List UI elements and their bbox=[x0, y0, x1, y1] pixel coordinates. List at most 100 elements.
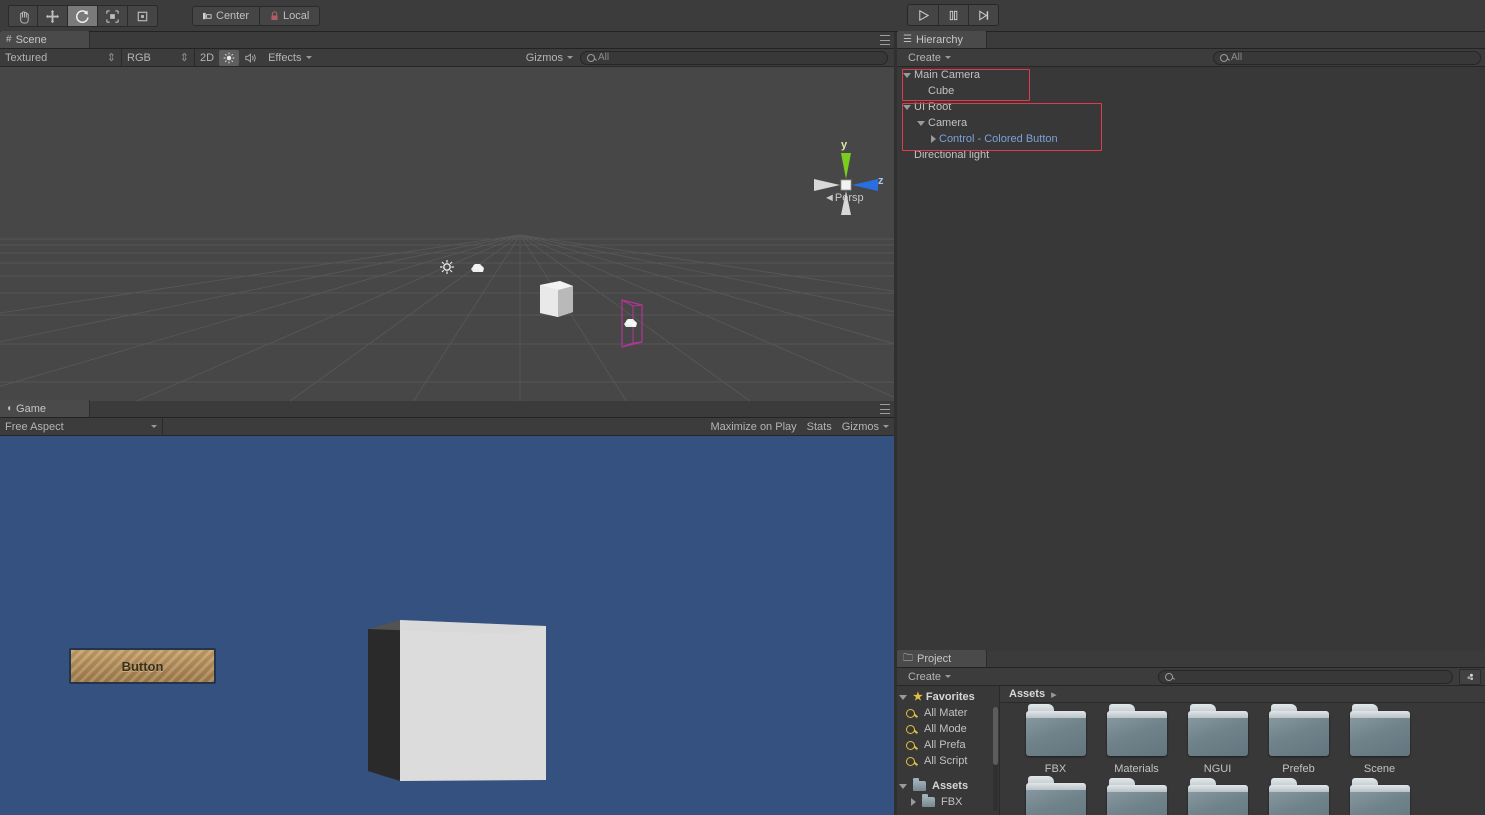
scene-search-input[interactable]: All bbox=[580, 50, 888, 65]
scene-projection-label[interactable]: ◄Persp bbox=[824, 192, 864, 204]
pause-button[interactable] bbox=[938, 5, 968, 25]
lock-icon bbox=[271, 11, 278, 21]
project-search-input[interactable] bbox=[1158, 669, 1453, 684]
project-favorite-label: All Mode bbox=[924, 723, 967, 735]
scene-2d-toggle[interactable]: 2D bbox=[195, 49, 219, 67]
scale-tool-button[interactable] bbox=[98, 5, 128, 27]
step-button[interactable] bbox=[968, 5, 998, 25]
breadcrumb[interactable]: Assets bbox=[1009, 688, 1045, 700]
tab-scene[interactable]: # Scene bbox=[0, 31, 90, 48]
project-assets-row[interactable]: Assets bbox=[897, 778, 999, 794]
project-asset-folder[interactable]: Script bbox=[1015, 775, 1096, 815]
chevron-down-icon[interactable] bbox=[903, 104, 911, 110]
scene-gizmos-dropdown[interactable]: Gizmos bbox=[521, 49, 578, 67]
project-sidebar-scrollbar-thumb[interactable] bbox=[993, 707, 998, 765]
move-tool-button[interactable] bbox=[38, 5, 68, 27]
game-aspect-dropdown[interactable]: Free Aspect bbox=[0, 417, 163, 436]
chevron-down-icon[interactable] bbox=[917, 120, 925, 126]
game-tabstrip: ◖ Game bbox=[0, 400, 894, 418]
project-asset-label: FBX bbox=[1044, 763, 1067, 775]
scene-effects-dropdown[interactable]: Effects bbox=[263, 49, 316, 67]
hierarchy-item[interactable]: UI Root bbox=[897, 99, 1485, 115]
hierarchy-item[interactable]: Control - Colored Button bbox=[897, 131, 1485, 147]
chevron-down-icon bbox=[945, 675, 952, 678]
space-mode-button[interactable]: Local bbox=[259, 7, 320, 25]
project-asset-folder[interactable]: Prefeb bbox=[1258, 703, 1339, 775]
hierarchy-tree[interactable]: Main Camera Cube UI Root Camera Control - Co… bbox=[897, 67, 1485, 651]
chevron-down-icon bbox=[883, 425, 889, 428]
folder-icon bbox=[1106, 778, 1167, 815]
chevron-right-icon[interactable] bbox=[931, 135, 936, 143]
game-gizmos-label: Gizmos bbox=[841, 420, 879, 433]
tab-hierarchy-label: Hierarchy bbox=[915, 33, 964, 46]
game-pane-menu[interactable] bbox=[878, 404, 890, 414]
project-asset-folder-partial[interactable] bbox=[1258, 775, 1339, 815]
tab-game[interactable]: ◖ Game bbox=[0, 400, 90, 417]
hierarchy-item[interactable]: Main Camera bbox=[897, 67, 1485, 83]
project-asset-grid[interactable]: FBX Materials NGUI Prefeb Scene Script bbox=[1001, 703, 1485, 815]
project-sidebar-scrollbar-track[interactable] bbox=[993, 707, 998, 811]
tab-project[interactable]: 🗀 Project bbox=[897, 650, 987, 667]
tab-game-label: Game bbox=[16, 402, 47, 415]
hierarchy-item[interactable]: Cube bbox=[897, 83, 1485, 99]
project-favorite-item[interactable]: All Mater bbox=[897, 705, 999, 721]
rotate-tool-button[interactable] bbox=[68, 5, 98, 27]
game-cube bbox=[368, 620, 546, 781]
project-filter-button[interactable] bbox=[1459, 668, 1481, 685]
project-asset-folder[interactable]: NGUI bbox=[1177, 703, 1258, 775]
rect-tool-button[interactable] bbox=[128, 5, 158, 27]
project-favorite-item[interactable]: All Mode bbox=[897, 721, 999, 737]
hierarchy-item[interactable]: Directional light bbox=[897, 147, 1485, 163]
hierarchy-panel: ☰ Hierarchy Create All Main Camera Cube UI… bbox=[897, 31, 1485, 651]
scene-lighting-toggle[interactable] bbox=[219, 49, 240, 66]
scene-pane-menu[interactable] bbox=[878, 35, 890, 45]
hierarchy-search-input[interactable]: All bbox=[1213, 50, 1481, 65]
project-sidebar[interactable]: ★ Favorites All Mater All Mode All Prefa All … bbox=[897, 686, 1000, 815]
play-button[interactable] bbox=[908, 5, 938, 25]
project-favorite-label: All Mater bbox=[924, 707, 968, 719]
game-gizmos-dropdown[interactable]: Gizmos bbox=[837, 418, 894, 436]
project-favorite-item[interactable]: All Script bbox=[897, 753, 999, 769]
project-create-label: Create bbox=[908, 670, 942, 683]
project-favorites-row[interactable]: ★ Favorites bbox=[897, 689, 999, 705]
project-asset-folder-partial[interactable] bbox=[1096, 775, 1177, 815]
project-toolbar: Create bbox=[897, 668, 1485, 686]
game-maximize-toggle[interactable]: Maximize on Play bbox=[705, 418, 801, 436]
hierarchy-tabstrip: ☰ Hierarchy bbox=[897, 31, 1485, 49]
chevron-down-icon bbox=[567, 56, 573, 59]
tab-hierarchy[interactable]: ☰ Hierarchy bbox=[897, 31, 987, 48]
project-asset-folder-partial[interactable] bbox=[1339, 775, 1420, 815]
project-asset-folder[interactable]: FBX bbox=[1015, 703, 1096, 775]
project-tree-item[interactable]: FBX bbox=[897, 794, 999, 810]
project-asset-folder[interactable]: Scene bbox=[1339, 703, 1420, 775]
hierarchy-item[interactable]: Camera bbox=[897, 115, 1485, 131]
space-mode-label: Local bbox=[283, 10, 310, 22]
project-favorite-item[interactable]: All Prefa bbox=[897, 737, 999, 753]
game-toolbar: Free Aspect Maximize on Play Stats Gizmo… bbox=[0, 417, 894, 436]
game-ui-button[interactable]: Button bbox=[69, 648, 216, 684]
scene-draw-mode-dropdown[interactable]: Textured ⇕ bbox=[0, 48, 122, 67]
scene-camera-gizmo bbox=[471, 264, 484, 272]
scene-grid bbox=[0, 153, 894, 430]
chevron-down-icon[interactable] bbox=[903, 72, 911, 78]
game-stats-toggle[interactable]: Stats bbox=[802, 418, 837, 436]
pivot-mode-button[interactable]: Center bbox=[193, 7, 260, 25]
hand-tool-button[interactable] bbox=[8, 5, 38, 27]
project-create-dropdown[interactable]: Create bbox=[903, 668, 956, 686]
chevron-down-icon[interactable] bbox=[899, 694, 907, 700]
pause-icon bbox=[949, 10, 958, 20]
project-asset-folder-partial[interactable] bbox=[1177, 775, 1258, 815]
axis-label-y: y bbox=[841, 139, 848, 151]
step-icon bbox=[979, 9, 989, 21]
chevron-right-icon[interactable] bbox=[911, 798, 916, 806]
chevron-down-icon[interactable] bbox=[899, 783, 907, 789]
hierarchy-create-dropdown[interactable]: Create bbox=[903, 49, 956, 67]
scene-audio-toggle[interactable] bbox=[239, 49, 263, 67]
scene-viewport[interactable]: y z ◄Persp bbox=[0, 67, 894, 430]
scene-color-mode-dropdown[interactable]: RGB ⇕ bbox=[122, 48, 195, 67]
project-asset-folder[interactable]: Materials bbox=[1096, 703, 1177, 775]
folder-icon bbox=[922, 794, 935, 807]
folder-icon bbox=[1268, 704, 1329, 756]
play-icon bbox=[918, 9, 929, 21]
search-icon bbox=[906, 724, 915, 734]
